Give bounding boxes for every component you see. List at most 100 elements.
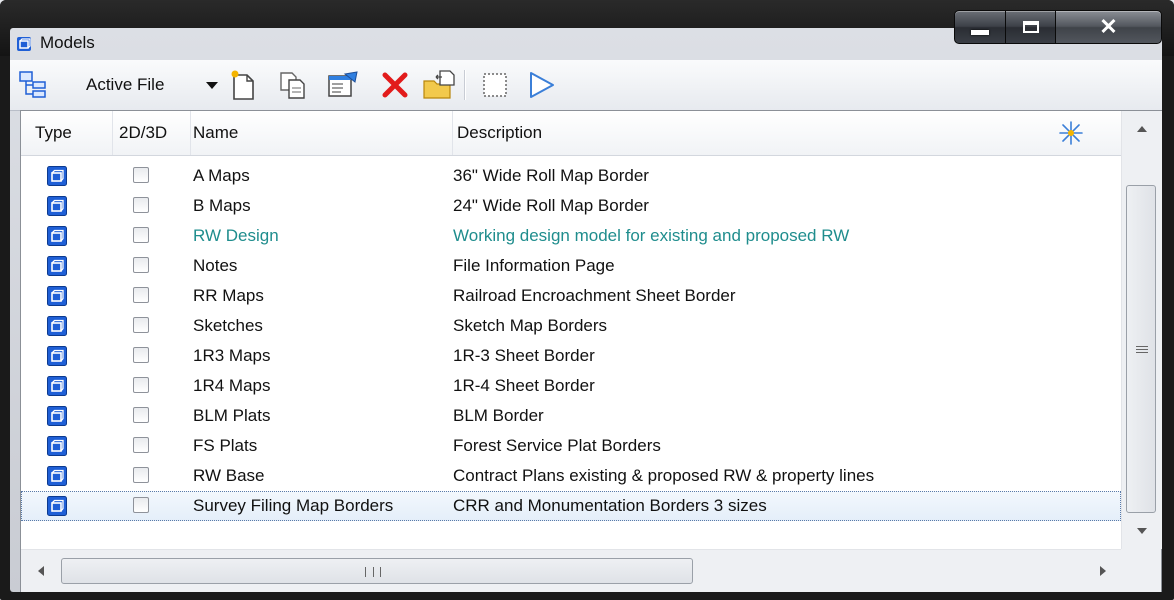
column-header-2d3d[interactable]: 2D/3D xyxy=(113,111,191,155)
model-name: 1R3 Maps xyxy=(193,346,271,365)
model-description: Forest Service Plat Borders xyxy=(453,436,661,455)
arrow-left-icon xyxy=(38,566,44,576)
table-row[interactable]: Survey Filing Map Borders CRR and Monume… xyxy=(21,491,1121,521)
arrow-up-icon xyxy=(1137,126,1147,132)
model-type-icon xyxy=(47,196,67,216)
select-all-button[interactable] xyxy=(478,68,512,102)
table-row[interactable]: Notes File Information Page xyxy=(21,251,1121,281)
table-row[interactable]: B Maps 24" Wide Roll Map Border xyxy=(21,191,1121,221)
model-description: File Information Page xyxy=(453,256,615,275)
column-header-description[interactable]: Description xyxy=(451,111,1051,155)
table-row[interactable]: RR Maps Railroad Encroachment Sheet Bord… xyxy=(21,281,1121,311)
active-file-dropdown[interactable]: Active File xyxy=(86,74,164,96)
minimize-button[interactable] xyxy=(954,10,1006,44)
model-type-icon xyxy=(47,226,67,246)
model-type-icon xyxy=(47,376,67,396)
models-window: Models ✕ Active File Type 2D/3D Name Des… xyxy=(0,0,1174,600)
model-properties-icon xyxy=(328,71,358,97)
model-description: 24" Wide Roll Map Border xyxy=(453,196,649,215)
scroll-down-button[interactable] xyxy=(1122,513,1162,549)
table-row[interactable]: 1R4 Maps 1R-4 Sheet Border xyxy=(21,371,1121,401)
table-row[interactable]: 1R3 Maps 1R-3 Sheet Border xyxy=(21,341,1121,371)
table-row[interactable]: A Maps 36" Wide Roll Map Border xyxy=(21,161,1121,191)
model-name: FS Plats xyxy=(193,436,258,455)
maximize-button[interactable] xyxy=(1006,10,1056,44)
model-type-icon xyxy=(47,166,67,186)
model-properties-button[interactable] xyxy=(326,68,360,102)
horizontal-scrollbar[interactable] xyxy=(21,549,1161,592)
toolbar: Active File xyxy=(10,60,1162,111)
scroll-right-button[interactable] xyxy=(1083,550,1123,592)
model-name: 1R4 Maps xyxy=(193,376,271,395)
2d3d-checkbox[interactable] xyxy=(133,437,149,453)
close-button[interactable]: ✕ xyxy=(1056,10,1162,44)
import-icon xyxy=(423,70,455,99)
2d3d-checkbox[interactable] xyxy=(133,347,149,363)
model-type-icon xyxy=(47,496,67,516)
new-model-button[interactable] xyxy=(226,68,260,102)
model-name: RW Base xyxy=(193,466,265,485)
model-name: B Maps xyxy=(193,196,251,215)
column-header-name[interactable]: Name xyxy=(191,111,453,155)
table-row[interactable]: Sketches Sketch Map Borders xyxy=(21,311,1121,341)
list-header: Type 2D/3D Name Description xyxy=(21,111,1121,156)
maximize-icon xyxy=(1022,21,1039,33)
2d3d-checkbox[interactable] xyxy=(133,317,149,333)
model-name: Survey Filing Map Borders xyxy=(193,496,394,515)
2d3d-checkbox[interactable] xyxy=(133,407,149,423)
models-tree-icon xyxy=(19,71,46,98)
model-description: Working design model for existing and pr… xyxy=(453,226,850,245)
2d3d-checkbox[interactable] xyxy=(133,257,149,273)
arrow-right-icon xyxy=(1100,566,1106,576)
2d3d-checkbox[interactable] xyxy=(133,287,149,303)
model-type-icon xyxy=(47,256,67,276)
2d3d-checkbox[interactable] xyxy=(133,197,149,213)
arrow-button[interactable] xyxy=(524,68,558,102)
model-description: Sketch Map Borders xyxy=(453,316,608,335)
model-name: BLM Plats xyxy=(193,406,271,425)
minimize-icon xyxy=(971,29,989,35)
scroll-corner xyxy=(1121,549,1161,591)
select-all-icon xyxy=(483,73,507,97)
model-description: CRR and Monumentation Borders 3 sizes xyxy=(453,496,767,515)
model-description: 36" Wide Roll Map Border xyxy=(453,166,649,185)
model-name: Notes xyxy=(193,256,238,275)
table-row[interactable]: FS Plats Forest Service Plat Borders xyxy=(21,431,1121,461)
2d3d-checkbox[interactable] xyxy=(133,227,149,243)
2d3d-checkbox[interactable] xyxy=(133,497,149,513)
column-header-type[interactable]: Type xyxy=(21,111,113,155)
model-description: BLM Border xyxy=(453,406,544,425)
model-name: Sketches xyxy=(193,316,263,335)
2d3d-checkbox[interactable] xyxy=(133,467,149,483)
model-description: 1R-3 Sheet Border xyxy=(453,346,595,365)
model-type-icon xyxy=(47,316,67,336)
model-type-icon xyxy=(47,406,67,426)
models-app-icon xyxy=(17,37,31,51)
scroll-left-button[interactable] xyxy=(21,550,61,592)
column-settings-icon[interactable] xyxy=(1057,119,1085,147)
model-name: RR Maps xyxy=(193,286,264,305)
table-row[interactable]: RW Design Working design model for exist… xyxy=(21,221,1121,251)
delete-model-button[interactable] xyxy=(378,68,412,102)
horizontal-scroll-thumb[interactable] xyxy=(61,558,693,584)
2d3d-checkbox[interactable] xyxy=(133,377,149,393)
models-list: Type 2D/3D Name Description A Maps 36" W… xyxy=(20,110,1162,592)
grip-icon xyxy=(365,567,381,577)
vertical-scrollbar[interactable] xyxy=(1121,111,1162,549)
scroll-up-button[interactable] xyxy=(1122,111,1162,147)
model-description: Contract Plans existing & proposed RW & … xyxy=(453,466,875,485)
vertical-scroll-thumb[interactable] xyxy=(1126,185,1156,513)
model-description: Railroad Encroachment Sheet Border xyxy=(453,286,736,305)
window-title: Models xyxy=(40,33,95,52)
models-tree-button[interactable] xyxy=(16,68,50,102)
chevron-down-icon[interactable] xyxy=(206,82,218,89)
model-type-icon xyxy=(47,436,67,456)
new-model-icon xyxy=(231,70,254,100)
model-name: RW Design xyxy=(193,226,279,245)
import-model-button[interactable] xyxy=(422,68,456,102)
copy-model-button[interactable] xyxy=(276,68,310,102)
2d3d-checkbox[interactable] xyxy=(133,167,149,183)
model-type-icon xyxy=(47,286,67,306)
table-row[interactable]: RW Base Contract Plans existing & propos… xyxy=(21,461,1121,491)
table-row[interactable]: BLM Plats BLM Border xyxy=(21,401,1121,431)
